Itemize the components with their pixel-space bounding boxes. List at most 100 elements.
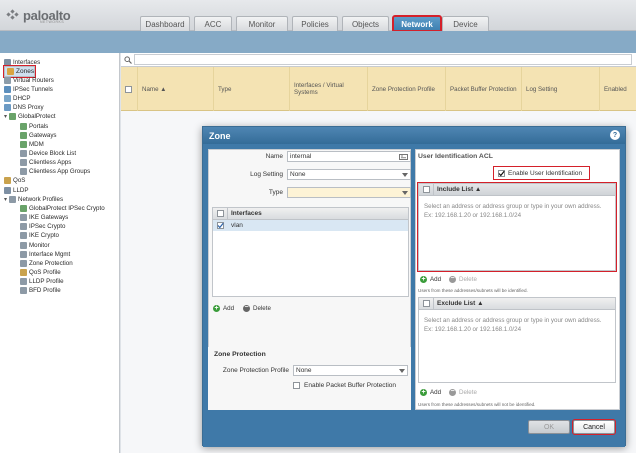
interface-row[interactable]: vlan (213, 220, 408, 231)
sidebar-item-label: IPSec Tunnels (13, 85, 53, 93)
zone-protection-title: Zone Protection (214, 351, 266, 358)
exclude-delete-button[interactable]: Delete (459, 389, 477, 396)
include-select-all-checkbox[interactable] (422, 186, 430, 193)
exclude-select-all-checkbox[interactable] (422, 300, 430, 307)
dialog-title: Zone (209, 130, 231, 141)
filter-input[interactable] (134, 54, 632, 65)
column-header[interactable]: Zone Protection Profile (367, 67, 445, 111)
interface-checkbox[interactable] (216, 222, 224, 229)
network-profiles-icon (9, 195, 17, 203)
checkmark-icon (217, 222, 224, 229)
sidebar-item-label: LLDP (13, 186, 29, 194)
interfaces-column-header: Interfaces (227, 207, 262, 220)
sidebar-item-label: Clientless App Groups (29, 168, 91, 176)
exclude-hint: Users from these addresses/subnets will … (418, 402, 536, 407)
type-select[interactable] (287, 187, 411, 198)
column-header[interactable]: Log Setting (521, 67, 599, 111)
brand-logo: paloalto NETWORKS (6, 6, 71, 24)
sidebar-item-label: Monitor (29, 241, 50, 249)
sidebar-item-label: GlobalProtect IPSec Crypto (29, 204, 105, 212)
log-setting-label: Log Setting (250, 171, 283, 178)
column-header[interactable]: Packet Buffer Protection (445, 67, 521, 111)
sidebar-item-label: GlobalProtect (18, 113, 56, 121)
filter-bar[interactable] (121, 53, 636, 67)
lldp-profile-icon (20, 278, 27, 286)
include-hint: Users from these addresses/subnets will … (418, 288, 528, 293)
exclude-list-header: Exclude List ▲ (419, 297, 615, 310)
sidebar: Interfaces Zones Virtual Routers IPSec Tunn… (0, 53, 120, 453)
zone-protection-profile-select[interactable]: None (293, 365, 408, 376)
tab-objects[interactable]: Objects (342, 16, 389, 31)
sidebar-item-bfd-profile[interactable]: BFD Profile (20, 286, 61, 296)
interfaces-list: Interfaces vlan (212, 207, 409, 297)
sidebar-item-label: Interface Mgmt (29, 250, 71, 258)
interface-name: vlan (231, 222, 243, 229)
clientless-app-groups-icon (20, 168, 27, 176)
sidebar-item-label: IKE Crypto (29, 232, 59, 240)
log-setting-value: None (290, 171, 306, 178)
dhcp-icon (4, 95, 11, 103)
zones-grid-header: Name ▲ Type Interfaces / Virtual Systems Zo… (121, 67, 636, 111)
packet-buffer-checkbox[interactable] (293, 382, 300, 389)
column-header[interactable]: Name ▲ (137, 67, 213, 111)
include-delete-button[interactable]: Delete (459, 276, 477, 283)
user-id-acl-title: User Identification ACL (418, 153, 493, 160)
interfaces-icon (4, 58, 11, 66)
expand-chevron-icon[interactable]: ▾ (4, 113, 7, 120)
interfaces-delete-button[interactable]: Delete (253, 305, 271, 312)
include-add-button[interactable]: Add (430, 276, 441, 283)
cancel-button[interactable]: Cancel (572, 419, 616, 435)
select-all-checkbox[interactable] (125, 85, 132, 93)
select-all-checkbox-cell[interactable] (121, 67, 137, 111)
exclude-add-button[interactable]: Add (430, 389, 441, 396)
sidebar-item-label: Interfaces (13, 58, 41, 66)
tab-network[interactable]: Network (392, 15, 442, 32)
ok-button[interactable]: OK (528, 420, 570, 434)
sidebar-item-label: Portals (29, 122, 49, 130)
interfaces-add-button[interactable]: Add (223, 305, 234, 312)
clientless-apps-icon (20, 159, 27, 167)
add-icon: + (420, 275, 427, 283)
enable-user-id-label: Enable User Identification (508, 169, 583, 177)
include-list-placeholder[interactable]: Select an address or address group or ty… (424, 202, 609, 220)
tab-dashboard[interactable]: Dashboard (140, 16, 190, 31)
ike-gateways-icon (20, 214, 27, 222)
column-header[interactable]: Enabled (599, 67, 636, 111)
ipsec-tunnels-icon (4, 85, 11, 93)
sidebar-item-label: IPSec Crypto (29, 223, 66, 231)
sidebar-item-label: Device Block List (29, 150, 77, 157)
brand-tagline: NETWORKS (40, 20, 65, 24)
add-icon: + (213, 304, 220, 312)
tab-device[interactable]: Device (442, 16, 489, 31)
delete-icon: − (243, 303, 251, 312)
tab-monitor[interactable]: Monitor (236, 16, 288, 31)
sidebar-item-label: BFD Profile (29, 287, 61, 295)
chevron-down-icon (402, 191, 408, 195)
device-block-list-icon (20, 150, 27, 157)
enable-user-id-checkbox[interactable] (498, 169, 505, 177)
exclude-list-placeholder[interactable]: Select an address or address group or ty… (424, 316, 609, 334)
name-input[interactable]: internal (287, 151, 411, 162)
packet-buffer-label: Enable Packet Buffer Protection (304, 382, 397, 389)
delete-icon: − (449, 274, 457, 283)
user-id-acl-pane: User Identification ACL Enable User Iden… (415, 149, 620, 410)
sidebar-item-clientless-app-groups[interactable]: Clientless App Groups (20, 167, 90, 177)
expand-chevron-icon[interactable]: ▾ (4, 196, 7, 203)
sidebar-item-label: DNS Proxy (13, 104, 44, 112)
tab-acc[interactable]: ACC (194, 16, 232, 31)
globalprotect-icon (9, 113, 17, 121)
enable-user-id-row: Enable User Identification (493, 166, 590, 180)
tab-policies[interactable]: Policies (292, 16, 338, 31)
zone-protection-pane: Zone Protection Zone Protection Profile … (208, 347, 411, 410)
column-header[interactable]: Type (213, 67, 289, 111)
column-header[interactable]: Interfaces / Virtual Systems (289, 67, 367, 111)
interfaces-select-all-checkbox[interactable] (216, 210, 224, 217)
exclude-toolbar: + Add − Delete (420, 386, 477, 398)
log-setting-select[interactable]: None (287, 169, 411, 180)
interfaces-toolbar: + Add − Delete (213, 302, 271, 314)
help-icon[interactable]: ? (610, 130, 620, 140)
exclude-list-column-header: Exclude List ▲ (433, 297, 484, 310)
exclude-list: Exclude List ▲ Select an address or addr… (418, 297, 616, 383)
sidebar-item-label: Clientless Apps (29, 159, 72, 167)
globalprotect-ipsec-crypto-icon (20, 204, 27, 212)
